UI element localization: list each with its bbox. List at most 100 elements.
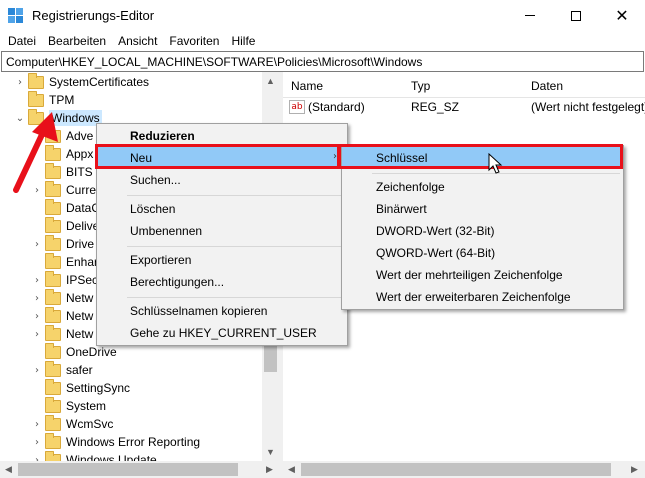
tree-item-safer[interactable]: › safer [31,360,93,379]
menu-item-reduzieren[interactable]: Reduzieren [97,125,347,147]
menu-hilfe[interactable]: Hilfe [225,34,261,48]
scroll-left-icon[interactable]: ◀ [288,464,295,475]
menu-bearbeiten[interactable]: Bearbeiten [42,34,112,48]
column-header-name[interactable]: Name [291,79,323,93]
scroll-right-icon[interactable]: ▶ [631,464,638,475]
menu-item-suchen[interactable]: Suchen... [97,169,347,191]
expand-icon[interactable]: › [14,77,26,88]
tree-item-netw-1[interactable]: › Netw [31,288,93,307]
tree-item-ipsec[interactable]: › IPSec [31,270,98,289]
menu-item-loeschen[interactable]: Löschen [97,198,347,220]
scroll-thumb[interactable] [301,463,611,476]
minimize-button[interactable] [507,0,553,31]
tree-item-datac[interactable]: DataC [31,198,100,217]
folder-icon [45,252,61,269]
menu-separator [127,297,343,298]
folder-icon [45,342,61,359]
maximize-icon [571,10,581,21]
annotation-arrow-icon [13,112,58,193]
menu-bar: Datei Bearbeiten Ansicht Favoriten Hilfe [0,31,645,51]
expand-icon[interactable]: › [31,365,43,376]
folder-icon [28,72,44,89]
menu-item-exportieren[interactable]: Exportieren [97,249,347,271]
submenu-item-schluessel[interactable]: Schlüssel [342,147,623,169]
submenu-item-dword[interactable]: DWORD-Wert (32-Bit) [342,220,623,242]
list-item[interactable]: ab (Standard) REG_SZ (Wert nicht festgel… [283,98,645,116]
menu-separator [127,246,343,247]
expand-icon[interactable]: › [31,437,43,448]
address-bar[interactable]: Computer\HKEY_LOCAL_MACHINE\SOFTWARE\Pol… [1,51,644,72]
tree-horizontal-scrollbar[interactable]: ◀ ▶ [0,461,279,478]
menu-favoriten[interactable]: Favoriten [163,34,225,48]
folder-icon [45,198,61,215]
menu-item-schluesselnamen-kopieren[interactable]: Schlüsselnamen kopieren [97,300,347,322]
minimize-icon [525,15,535,16]
submenu-item-mehrteilige-zeichenfolge[interactable]: Wert der mehrteiligen Zeichenfolge [342,264,623,286]
value-type: REG_SZ [411,100,460,114]
registry-editor-app-icon [8,8,24,24]
menu-item-gehe-zu-hkcu[interactable]: Gehe zu HKEY_CURRENT_USER [97,322,347,344]
tree-item-drive[interactable]: › Drive [31,234,94,253]
list-horizontal-scrollbar[interactable]: ◀ ▶ [283,461,645,478]
folder-icon [45,234,61,251]
window-title: Registrierungs-Editor [32,8,155,23]
folder-icon [45,306,61,323]
folder-icon [45,414,61,431]
menu-ansicht[interactable]: Ansicht [112,34,163,48]
menu-item-umbenennen[interactable]: Umbenennen [97,220,347,242]
tree-item-enhar[interactable]: Enhar [31,252,98,271]
submenu-arrow-icon: › [333,151,337,162]
tree-item-netw-2[interactable]: › Netw [31,306,93,325]
expand-icon[interactable]: › [31,329,43,340]
column-header-data[interactable]: Daten [531,79,563,93]
new-submenu: Schlüssel Zeichenfolge Binärwert DWORD-W… [341,145,624,310]
tree-item-system[interactable]: System [31,396,106,415]
expand-icon[interactable]: › [31,239,43,250]
menu-item-neu-label: Neu [130,151,153,165]
scroll-left-icon[interactable]: ◀ [5,464,12,475]
menu-item-berechtigungen[interactable]: Berechtigungen... [97,271,347,293]
title-bar: Registrierungs-Editor ✕ [0,0,645,31]
submenu-item-binaerwert[interactable]: Binärwert [342,198,623,220]
menu-item-neu[interactable]: Neu › [97,147,347,169]
tree-item-wcmsvc[interactable]: › WcmSvc [31,414,113,433]
value-data: (Wert nicht festgelegt) [531,100,645,114]
scroll-down-icon[interactable]: ▼ [266,447,275,457]
string-value-icon: ab [289,100,305,114]
folder-icon [45,396,61,413]
menu-datei[interactable]: Datei [2,34,42,48]
list-header: Name Typ Daten [283,72,645,98]
folder-icon [45,270,61,287]
scroll-thumb[interactable] [18,463,238,476]
expand-icon[interactable]: › [31,275,43,286]
mouse-cursor-icon [488,153,503,174]
tree-item-systemcertificates[interactable]: › SystemCertificates [14,72,149,91]
column-header-type[interactable]: Typ [411,79,430,93]
menu-separator [127,195,343,196]
value-name: (Standard) [308,100,365,114]
context-menu: Reduzieren Neu › Suchen... Löschen Umben… [96,123,348,346]
close-button[interactable]: ✕ [599,0,645,31]
folder-icon [45,432,61,449]
folder-icon [28,90,44,107]
folder-icon [45,324,61,341]
maximize-button[interactable] [553,0,599,31]
tree-item-windows-error-reporting[interactable]: › Windows Error Reporting [31,432,200,451]
expand-icon[interactable]: › [31,293,43,304]
scroll-right-icon[interactable]: ▶ [266,464,273,475]
submenu-item-erweiterbare-zeichenfolge[interactable]: Wert der erweiterbaren Zeichenfolge [342,286,623,308]
folder-icon [45,360,61,377]
folder-icon [45,378,61,395]
submenu-item-qword[interactable]: QWORD-Wert (64-Bit) [342,242,623,264]
expand-icon[interactable]: › [31,311,43,322]
tree-item-tpm[interactable]: TPM [14,90,74,109]
folder-icon [45,288,61,305]
close-icon: ✕ [615,5,629,25]
scroll-up-icon[interactable]: ▲ [266,76,275,86]
tree-item-netw-3[interactable]: › Netw [31,324,93,343]
tree-item-delive[interactable]: Delive [31,216,99,235]
expand-icon[interactable]: › [31,419,43,430]
tree-item-settingsync[interactable]: SettingSync [31,378,130,397]
submenu-item-zeichenfolge[interactable]: Zeichenfolge [342,176,623,198]
folder-icon [45,216,61,233]
